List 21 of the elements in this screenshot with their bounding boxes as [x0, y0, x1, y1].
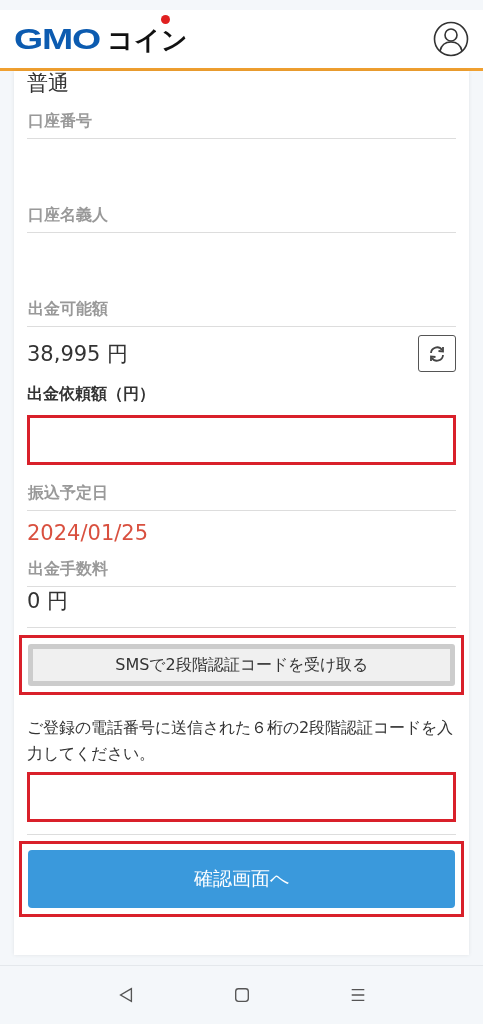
- refresh-icon: [427, 343, 447, 364]
- fee-amount: 0 円: [27, 588, 70, 615]
- logo-text: コイン: [106, 27, 188, 53]
- user-icon[interactable]: [433, 21, 469, 57]
- instruction-text: ご登録の電話番号に送信された６桁の2段階認証コードを入力してください。: [27, 717, 455, 765]
- transfer-date: 2024/01/25: [27, 521, 150, 545]
- refresh-button[interactable]: [418, 335, 456, 372]
- field-label: 出金手数料: [27, 545, 456, 587]
- available-amount: 38,995 円: [27, 340, 129, 368]
- account-type: 普通: [27, 70, 70, 97]
- field-label: 出金可能額: [27, 281, 456, 327]
- field-label: 振込予定日: [27, 465, 456, 511]
- home-icon[interactable]: [232, 986, 251, 1004]
- logo-dot-icon: [160, 15, 170, 24]
- field-label: 口座番号: [27, 97, 456, 139]
- field-label: 口座名義人: [27, 187, 456, 233]
- amount-input-field[interactable]: [27, 415, 456, 465]
- sms-code-button[interactable]: SMSで2段階認証コードを受け取る: [28, 644, 455, 686]
- field-label: 出金依頼額（円）: [27, 384, 156, 405]
- logo-text: GMO: [14, 22, 100, 56]
- code-input-field[interactable]: [27, 772, 456, 823]
